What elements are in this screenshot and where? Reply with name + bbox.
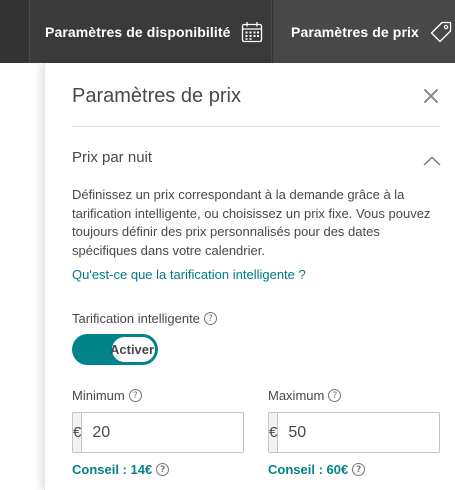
toggle-label: Activer (110, 342, 155, 357)
minimum-price-input[interactable] (82, 413, 300, 452)
price-settings-panel: Paramètres de prix Prix par nuit Définis… (44, 63, 455, 490)
help-icon[interactable]: ? (352, 463, 366, 476)
smart-pricing-toggle[interactable]: Activer (72, 334, 158, 365)
currency-symbol: € (73, 413, 83, 452)
smart-pricing-link[interactable]: Qu'est-ce que la tarification intelligen… (72, 267, 306, 282)
currency-symbol: € (269, 413, 279, 452)
minimum-label-row: Minimum ? (72, 388, 142, 403)
help-icon[interactable]: ? (156, 463, 170, 476)
help-icon[interactable]: ? (128, 389, 142, 402)
section-title: Prix par nuit (72, 149, 153, 166)
section-description: Définissez un prix correspondant à la de… (72, 187, 431, 258)
smart-pricing-label-row: Tarification intelligente ? (72, 311, 217, 326)
minimum-price-field: € (72, 412, 300, 453)
top-bar: Paramètres de disponibilité Paramètres d… (0, 0, 455, 63)
tab-price-label: Paramètres de prix (291, 23, 419, 40)
minimum-tip-text: Conseil : 14€ (72, 462, 153, 477)
minimum-label: Minimum (72, 388, 125, 403)
maximum-price-field: € (268, 412, 455, 453)
help-icon[interactable]: ? (203, 312, 217, 325)
divider (72, 126, 440, 127)
smart-pricing-label: Tarification intelligente (72, 311, 200, 326)
maximum-price-input[interactable] (278, 413, 455, 452)
maximum-tip-text: Conseil : 60€ (268, 462, 349, 477)
chevron-up-icon[interactable] (423, 153, 441, 166)
maximum-label-row: Maximum ? (268, 388, 342, 403)
tab-availability-label: Paramètres de disponibilité (45, 23, 231, 40)
tab-availability-settings[interactable]: Paramètres de disponibilité (29, 0, 272, 63)
minimum-tip: Conseil : 14€ ? (72, 462, 170, 477)
tab-price-settings[interactable]: Paramètres de prix (273, 0, 455, 63)
maximum-tip: Conseil : 60€ ? (268, 462, 366, 477)
page-background (0, 63, 44, 490)
help-icon[interactable]: ? (328, 389, 342, 402)
price-tag-icon (429, 20, 453, 44)
panel-title: Paramètres de prix (72, 85, 241, 107)
calendar-icon (241, 21, 263, 43)
maximum-label: Maximum (268, 388, 325, 403)
close-icon[interactable] (422, 87, 440, 105)
